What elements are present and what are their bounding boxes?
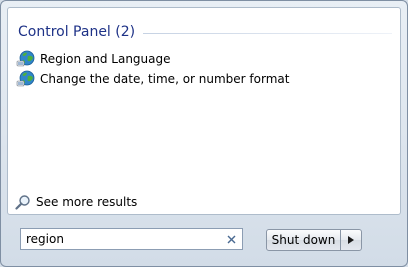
group-divider bbox=[143, 32, 392, 34]
start-menu-bottom-bar: Shut down bbox=[1, 215, 407, 266]
result-group-title: Control Panel (2) bbox=[18, 24, 136, 40]
search-box bbox=[20, 228, 243, 250]
globe-icon bbox=[16, 50, 35, 66]
clear-x-icon[interactable] bbox=[223, 231, 239, 247]
result-item-change-date-time-format[interactable]: Change the date, time, or number format bbox=[16, 69, 388, 88]
shutdown-control: Shut down bbox=[266, 229, 362, 251]
result-item-label: Region and Language bbox=[40, 51, 171, 66]
magnifier-icon bbox=[15, 195, 30, 210]
shutdown-options-button[interactable] bbox=[341, 230, 361, 250]
globe-icon bbox=[16, 70, 35, 86]
triangle-right-icon bbox=[348, 236, 354, 244]
result-item-label: Change the date, time, or number format bbox=[40, 71, 290, 86]
see-more-results-link[interactable]: See more results bbox=[15, 193, 137, 211]
search-input[interactable] bbox=[21, 230, 222, 248]
search-results-pane: Control Panel (2) Region and Language Ch… bbox=[7, 7, 401, 215]
start-menu: Control Panel (2) Region and Language Ch… bbox=[0, 0, 408, 267]
see-more-label: See more results bbox=[36, 195, 138, 209]
result-group-header[interactable]: Control Panel (2) bbox=[18, 22, 392, 42]
shut-down-button[interactable]: Shut down bbox=[267, 230, 341, 250]
clear-x-glyph bbox=[227, 235, 235, 243]
result-item-region-and-language[interactable]: Region and Language bbox=[16, 49, 388, 68]
